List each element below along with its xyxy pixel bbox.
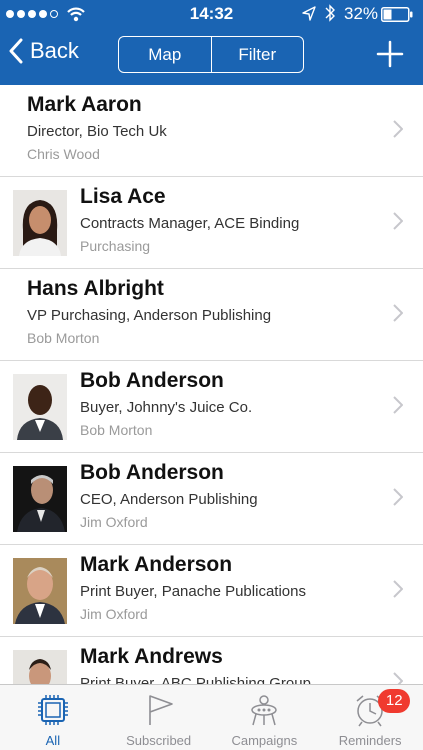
tab-label: All [45, 733, 61, 748]
location-arrow-icon [302, 6, 316, 21]
contact-title: Buyer, Johnny's Juice Co. [80, 399, 253, 416]
contact-name: Hans Albright [27, 277, 164, 300]
navigation-bar: Back Map Filter [0, 28, 423, 85]
back-button[interactable]: Back [8, 38, 79, 64]
contact-list: Mark Aaron Director, Bio Tech Uk Chris W… [0, 85, 423, 684]
back-label: Back [30, 38, 79, 63]
tab-label: Reminders [338, 733, 402, 748]
tab-subscribed[interactable]: Subscribed [106, 685, 212, 750]
tab-label: Campaigns [231, 733, 298, 748]
battery-icon [381, 7, 413, 22]
contact-owner: Jim Oxford [80, 606, 148, 622]
contact-row[interactable]: Mark Aaron Director, Bio Tech Uk Chris W… [0, 85, 423, 177]
chevron-right-icon [393, 120, 403, 138]
contact-name: Mark Andrews [80, 645, 223, 668]
chevron-right-icon [393, 212, 403, 230]
filter-segment[interactable]: Filter [210, 37, 304, 72]
campaign-icon [251, 695, 278, 726]
contact-title: VP Purchasing, Anderson Publishing [27, 307, 272, 324]
chevron-right-icon [393, 488, 403, 506]
contact-owner: Purchasing [80, 238, 151, 254]
map-segment[interactable]: Map [119, 37, 211, 72]
segmented-control: Map Filter [118, 36, 304, 73]
contact-owner: Bob Morton [80, 422, 153, 438]
contact-row[interactable]: Mark Andrews Print Buyer, ABC Publishing… [0, 637, 423, 684]
contact-title: Contracts Manager, ACE Binding [80, 215, 300, 232]
contact-owner: Bob Morton [27, 330, 100, 346]
contact-title: Director, Bio Tech Uk [27, 123, 167, 140]
chevron-right-icon [393, 580, 403, 598]
contact-name: Bob Anderson [80, 369, 224, 392]
contact-row[interactable]: Bob Anderson Buyer, Johnny's Juice Co. B… [0, 361, 423, 453]
contact-name: Mark Anderson [80, 553, 233, 576]
chevron-left-icon [9, 38, 23, 64]
avatar [13, 190, 67, 256]
contact-title: Print Buyer, ABC Publishing Group [80, 675, 311, 684]
chevron-right-icon [393, 672, 403, 684]
contact-name: Mark Aaron [27, 93, 142, 116]
avatar [13, 650, 67, 684]
contact-owner: Chris Wood [27, 146, 100, 162]
contact-owner: Jim Oxford [80, 514, 148, 530]
contact-name: Bob Anderson [80, 461, 224, 484]
chevron-right-icon [393, 304, 403, 322]
contact-row[interactable]: Bob Anderson CEO, Anderson Publishing Ji… [0, 453, 423, 545]
tab-bar: All Subscribed Campaigns 12 Reminders [0, 684, 423, 750]
contact-name: Lisa Ace [80, 185, 166, 208]
status-bar: 14:32 32% [0, 0, 423, 28]
plus-icon[interactable] [376, 40, 404, 68]
avatar [13, 374, 67, 440]
bluetooth-icon [325, 4, 335, 22]
battery-percentage: 32% [344, 4, 379, 23]
avatar [13, 466, 67, 532]
chip-icon [37, 695, 68, 725]
contact-row[interactable]: Mark Anderson Print Buyer, Panache Publi… [0, 545, 423, 637]
avatar [13, 558, 67, 624]
flag-icon [148, 695, 173, 725]
tab-label: Subscribed [126, 733, 192, 748]
tab-reminders[interactable]: 12 Reminders [317, 685, 423, 750]
tab-all[interactable]: All [0, 685, 106, 750]
chevron-right-icon [393, 396, 403, 414]
reminders-badge: 12 [378, 689, 411, 713]
contact-row[interactable]: Hans Albright VP Purchasing, Anderson Pu… [0, 269, 423, 361]
contact-title: CEO, Anderson Publishing [80, 491, 258, 508]
contact-title: Print Buyer, Panache Publications [80, 583, 306, 600]
tab-campaigns[interactable]: Campaigns [212, 685, 318, 750]
top-bar: 14:32 32% Back Map Filter [0, 0, 423, 85]
contact-row[interactable]: Lisa Ace Contracts Manager, ACE Binding … [0, 177, 423, 269]
